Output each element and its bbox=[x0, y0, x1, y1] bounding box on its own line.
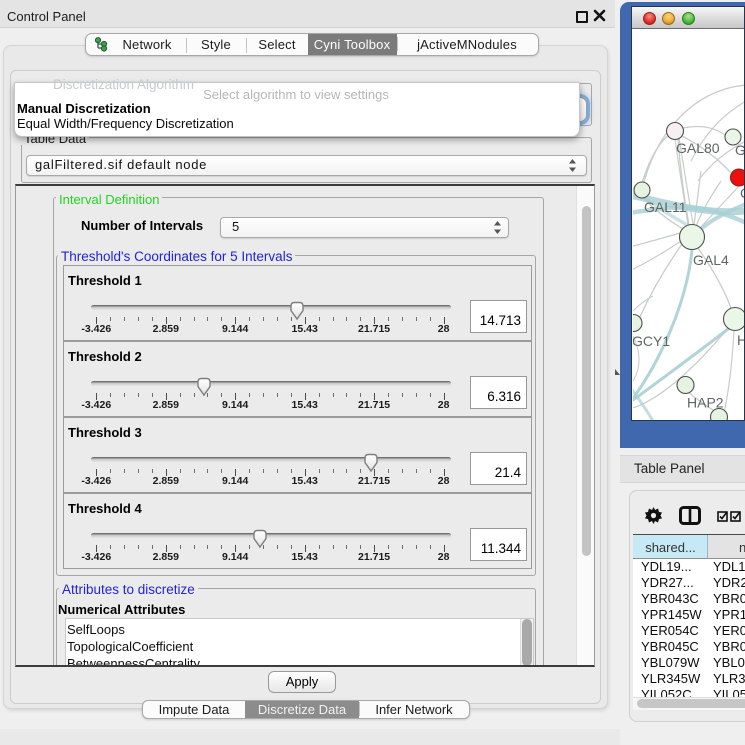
svg-text:C...: C... bbox=[740, 185, 745, 201]
svg-text:G...: G... bbox=[735, 142, 745, 158]
svg-text:GCY1: GCY1 bbox=[633, 333, 670, 349]
svg-text:HAP2: HAP2 bbox=[687, 395, 724, 411]
svg-text:H...: H... bbox=[737, 332, 745, 348]
svg-text:GAL4: GAL4 bbox=[693, 252, 729, 268]
svg-text:GAL11: GAL11 bbox=[644, 199, 687, 215]
svg-text:GAL80: GAL80 bbox=[676, 140, 720, 156]
